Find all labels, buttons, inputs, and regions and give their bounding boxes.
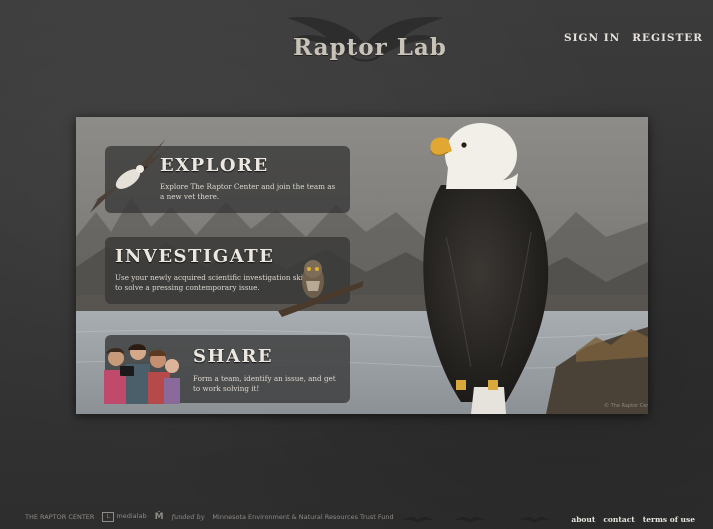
terms-of-use-link[interactable]: terms of use xyxy=(643,515,695,524)
media-lab-label: medialab xyxy=(116,512,147,520)
footer-logos: THE RAPTOR CENTER Lmedialab Ṁ funded by … xyxy=(25,512,394,522)
contact-link[interactable]: contact xyxy=(603,515,634,524)
bird-silhouette-icon xyxy=(520,516,550,523)
about-link[interactable]: about xyxy=(571,515,595,524)
hero-panel: © The Raptor Center EXPLORE Explore The … xyxy=(76,117,648,414)
raptor-center-logo[interactable]: THE RAPTOR CENTER xyxy=(25,513,94,521)
share-description: Form a team, identify an issue, and get … xyxy=(193,374,336,393)
owl-on-branch-icon xyxy=(278,260,364,317)
trust-fund-logo[interactable]: Minnesota Environment & Natural Resource… xyxy=(212,513,393,521)
media-lab-logo[interactable]: Lmedialab xyxy=(102,512,147,522)
media-lab-icon: L xyxy=(102,512,115,522)
bird-silhouette-icon xyxy=(455,516,485,523)
osprey-icon xyxy=(90,139,166,213)
logo-text: Raptor Lab xyxy=(293,34,447,61)
sign-in-link[interactable]: SIGN IN xyxy=(564,32,620,44)
top-nav: SIGN IN REGISTER xyxy=(564,32,703,44)
explore-description: Explore The Raptor Center and join the t… xyxy=(160,182,336,201)
students-group-photo xyxy=(104,344,180,404)
investigate-title: INVESTIGATE xyxy=(115,246,275,267)
explore-title: EXPLORE xyxy=(160,155,269,176)
university-m-icon[interactable]: Ṁ xyxy=(155,512,164,522)
funded-by-label: funded by xyxy=(171,513,205,521)
register-link[interactable]: REGISTER xyxy=(632,32,703,44)
share-title: SHARE xyxy=(193,346,274,367)
svg-text:© The Raptor Center: © The Raptor Center xyxy=(604,402,648,409)
footer-nav: about contact terms of use xyxy=(571,515,695,524)
bird-silhouette-icon xyxy=(403,516,433,523)
footer: THE RAPTOR CENTER Lmedialab Ṁ funded by … xyxy=(0,507,713,529)
raptor-lab-logo[interactable]: Raptor Lab xyxy=(285,12,447,62)
